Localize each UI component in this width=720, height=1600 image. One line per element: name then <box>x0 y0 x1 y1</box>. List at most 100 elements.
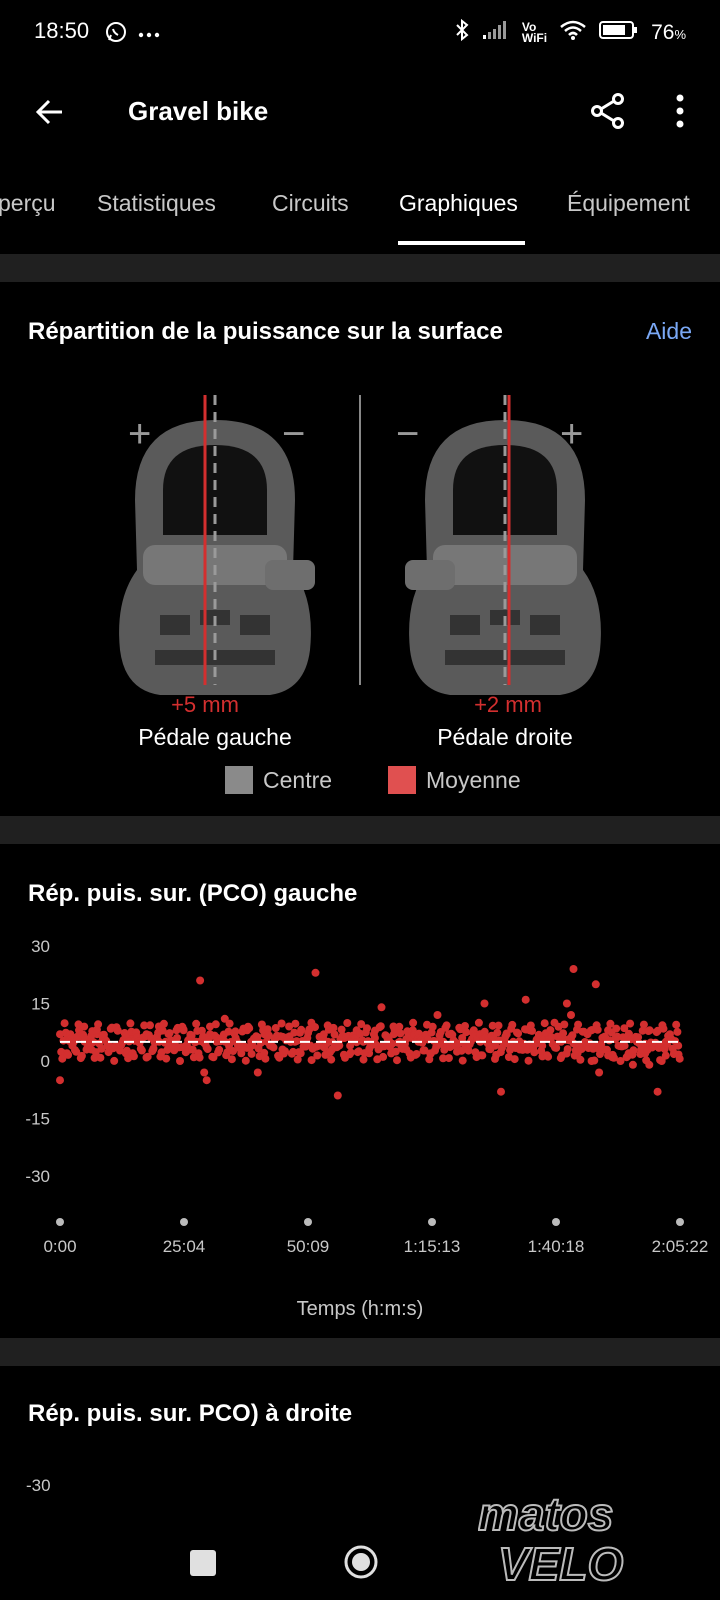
data-point <box>593 1025 602 1034</box>
data-point <box>567 1011 575 1019</box>
vowifi-label-bottom: WiFi <box>521 30 548 45</box>
status-left-icons <box>104 20 160 49</box>
x-tick-dot <box>56 1218 64 1226</box>
x-tick-label: 2:05:22 <box>652 1237 709 1256</box>
page-title: Gravel bike <box>128 96 269 126</box>
x-tick-label: 1:40:18 <box>528 1237 585 1256</box>
y-tick-label: -30 <box>25 1167 50 1186</box>
data-point <box>673 1027 682 1036</box>
watermark-logo: matos VELO <box>477 1486 708 1591</box>
x-tick-label: 1:15:13 <box>404 1237 461 1256</box>
right-pedal-label: Pédale droite <box>437 724 573 750</box>
data-point <box>590 1056 599 1065</box>
legend-label-centre: Centre <box>263 766 333 793</box>
data-point <box>269 1043 278 1052</box>
data-point <box>661 1051 670 1060</box>
more-options-button[interactable] <box>658 88 702 134</box>
data-point <box>546 1026 555 1035</box>
tab-equipment[interactable]: Équipement <box>567 190 690 217</box>
data-point <box>196 976 205 985</box>
data-point <box>176 1057 184 1065</box>
right-plus-sign: + <box>560 412 583 456</box>
legend-swatch-moyenne <box>388 766 416 794</box>
data-point <box>179 1025 188 1034</box>
x-tick-label: 25:04 <box>163 1237 206 1256</box>
home-icon[interactable] <box>342 1543 380 1581</box>
data-point <box>442 1021 451 1030</box>
left-plus-sign: + <box>128 412 151 456</box>
data-point <box>462 1028 471 1037</box>
x-tick-label: 0:00 <box>43 1237 76 1256</box>
help-link[interactable]: Aide <box>646 318 692 345</box>
data-point <box>579 1027 588 1036</box>
data-point <box>659 1024 668 1033</box>
data-point <box>293 1055 302 1064</box>
data-point <box>540 1019 549 1028</box>
left-pedal-offset: +5 mm <box>171 692 239 717</box>
left-chart-svg: 30 15 0 -15 -30 0:00 25:04 50:09 1:15:13 1:40:18 2… <box>25 937 709 1256</box>
data-point <box>297 1025 306 1034</box>
share-button[interactable] <box>586 88 630 134</box>
section-separator <box>0 816 720 844</box>
back-button[interactable] <box>28 90 72 134</box>
data-point <box>528 1026 536 1035</box>
data-point <box>346 1048 355 1057</box>
y-tick-label: 15 <box>31 995 50 1014</box>
data-point <box>137 1046 146 1055</box>
data-point <box>113 1026 122 1035</box>
data-point <box>595 1068 604 1077</box>
data-point <box>591 980 600 989</box>
data-point <box>497 1087 505 1096</box>
data-point <box>56 1076 64 1085</box>
tab-circuits[interactable]: Circuits <box>272 190 349 217</box>
data-point <box>626 1019 635 1028</box>
tab-bar: perçu Statistiques Circuits Graphiques É… <box>0 180 720 246</box>
data-point <box>146 1021 154 1030</box>
data-point <box>277 1019 286 1028</box>
status-bar: 18:50 Vo WiFi 76% <box>0 0 720 66</box>
legend-item-moyenne: Moyenne <box>388 766 521 794</box>
right-chart-y-tick: -30 <box>26 1476 51 1495</box>
data-point <box>313 1051 322 1060</box>
battery-percent: 76% <box>651 20 686 44</box>
data-point <box>560 1020 569 1029</box>
back-arrow-icon <box>35 99 62 125</box>
data-point <box>514 1029 523 1038</box>
data-point <box>474 1018 483 1027</box>
data-point <box>96 1053 105 1062</box>
data-point <box>94 1020 103 1029</box>
left-chart-title: Rép. puis. sur. (PCO) gauche <box>28 880 358 907</box>
data-point <box>480 999 489 1008</box>
data-point <box>596 1050 604 1058</box>
section-separator <box>0 254 720 282</box>
data-point <box>433 1011 442 1019</box>
power-distribution-title: Répartition de la puissance sur la surfa… <box>28 318 503 345</box>
data-point <box>110 1056 119 1065</box>
data-point <box>215 1045 224 1054</box>
data-point <box>645 1026 654 1035</box>
data-point <box>618 1042 626 1051</box>
data-point <box>245 1024 254 1033</box>
recents-icon[interactable] <box>190 1550 216 1576</box>
watermark-text-bottom: VELO <box>498 1538 623 1586</box>
data-point <box>80 1022 89 1031</box>
wifi-icon <box>559 19 587 46</box>
signal-icon <box>482 20 510 45</box>
data-point <box>530 1048 539 1057</box>
tab-overview[interactable]: perçu <box>0 190 56 217</box>
whatsapp-icon <box>104 20 128 49</box>
tab-statistics[interactable]: Statistiques <box>97 190 216 217</box>
data-point <box>192 1019 201 1028</box>
x-tick-label: 50:09 <box>287 1237 330 1256</box>
data-point <box>569 965 578 973</box>
more-dots-icon <box>138 26 160 44</box>
bluetooth-icon <box>454 18 470 47</box>
more-vert-icon <box>676 94 684 128</box>
data-point <box>376 1022 385 1031</box>
tab-charts[interactable]: Graphiques <box>399 190 518 217</box>
data-point <box>562 999 571 1008</box>
data-point <box>642 1056 651 1065</box>
y-tick-label: -15 <box>25 1110 50 1129</box>
section-separator <box>0 1338 720 1366</box>
data-point <box>544 1052 553 1061</box>
